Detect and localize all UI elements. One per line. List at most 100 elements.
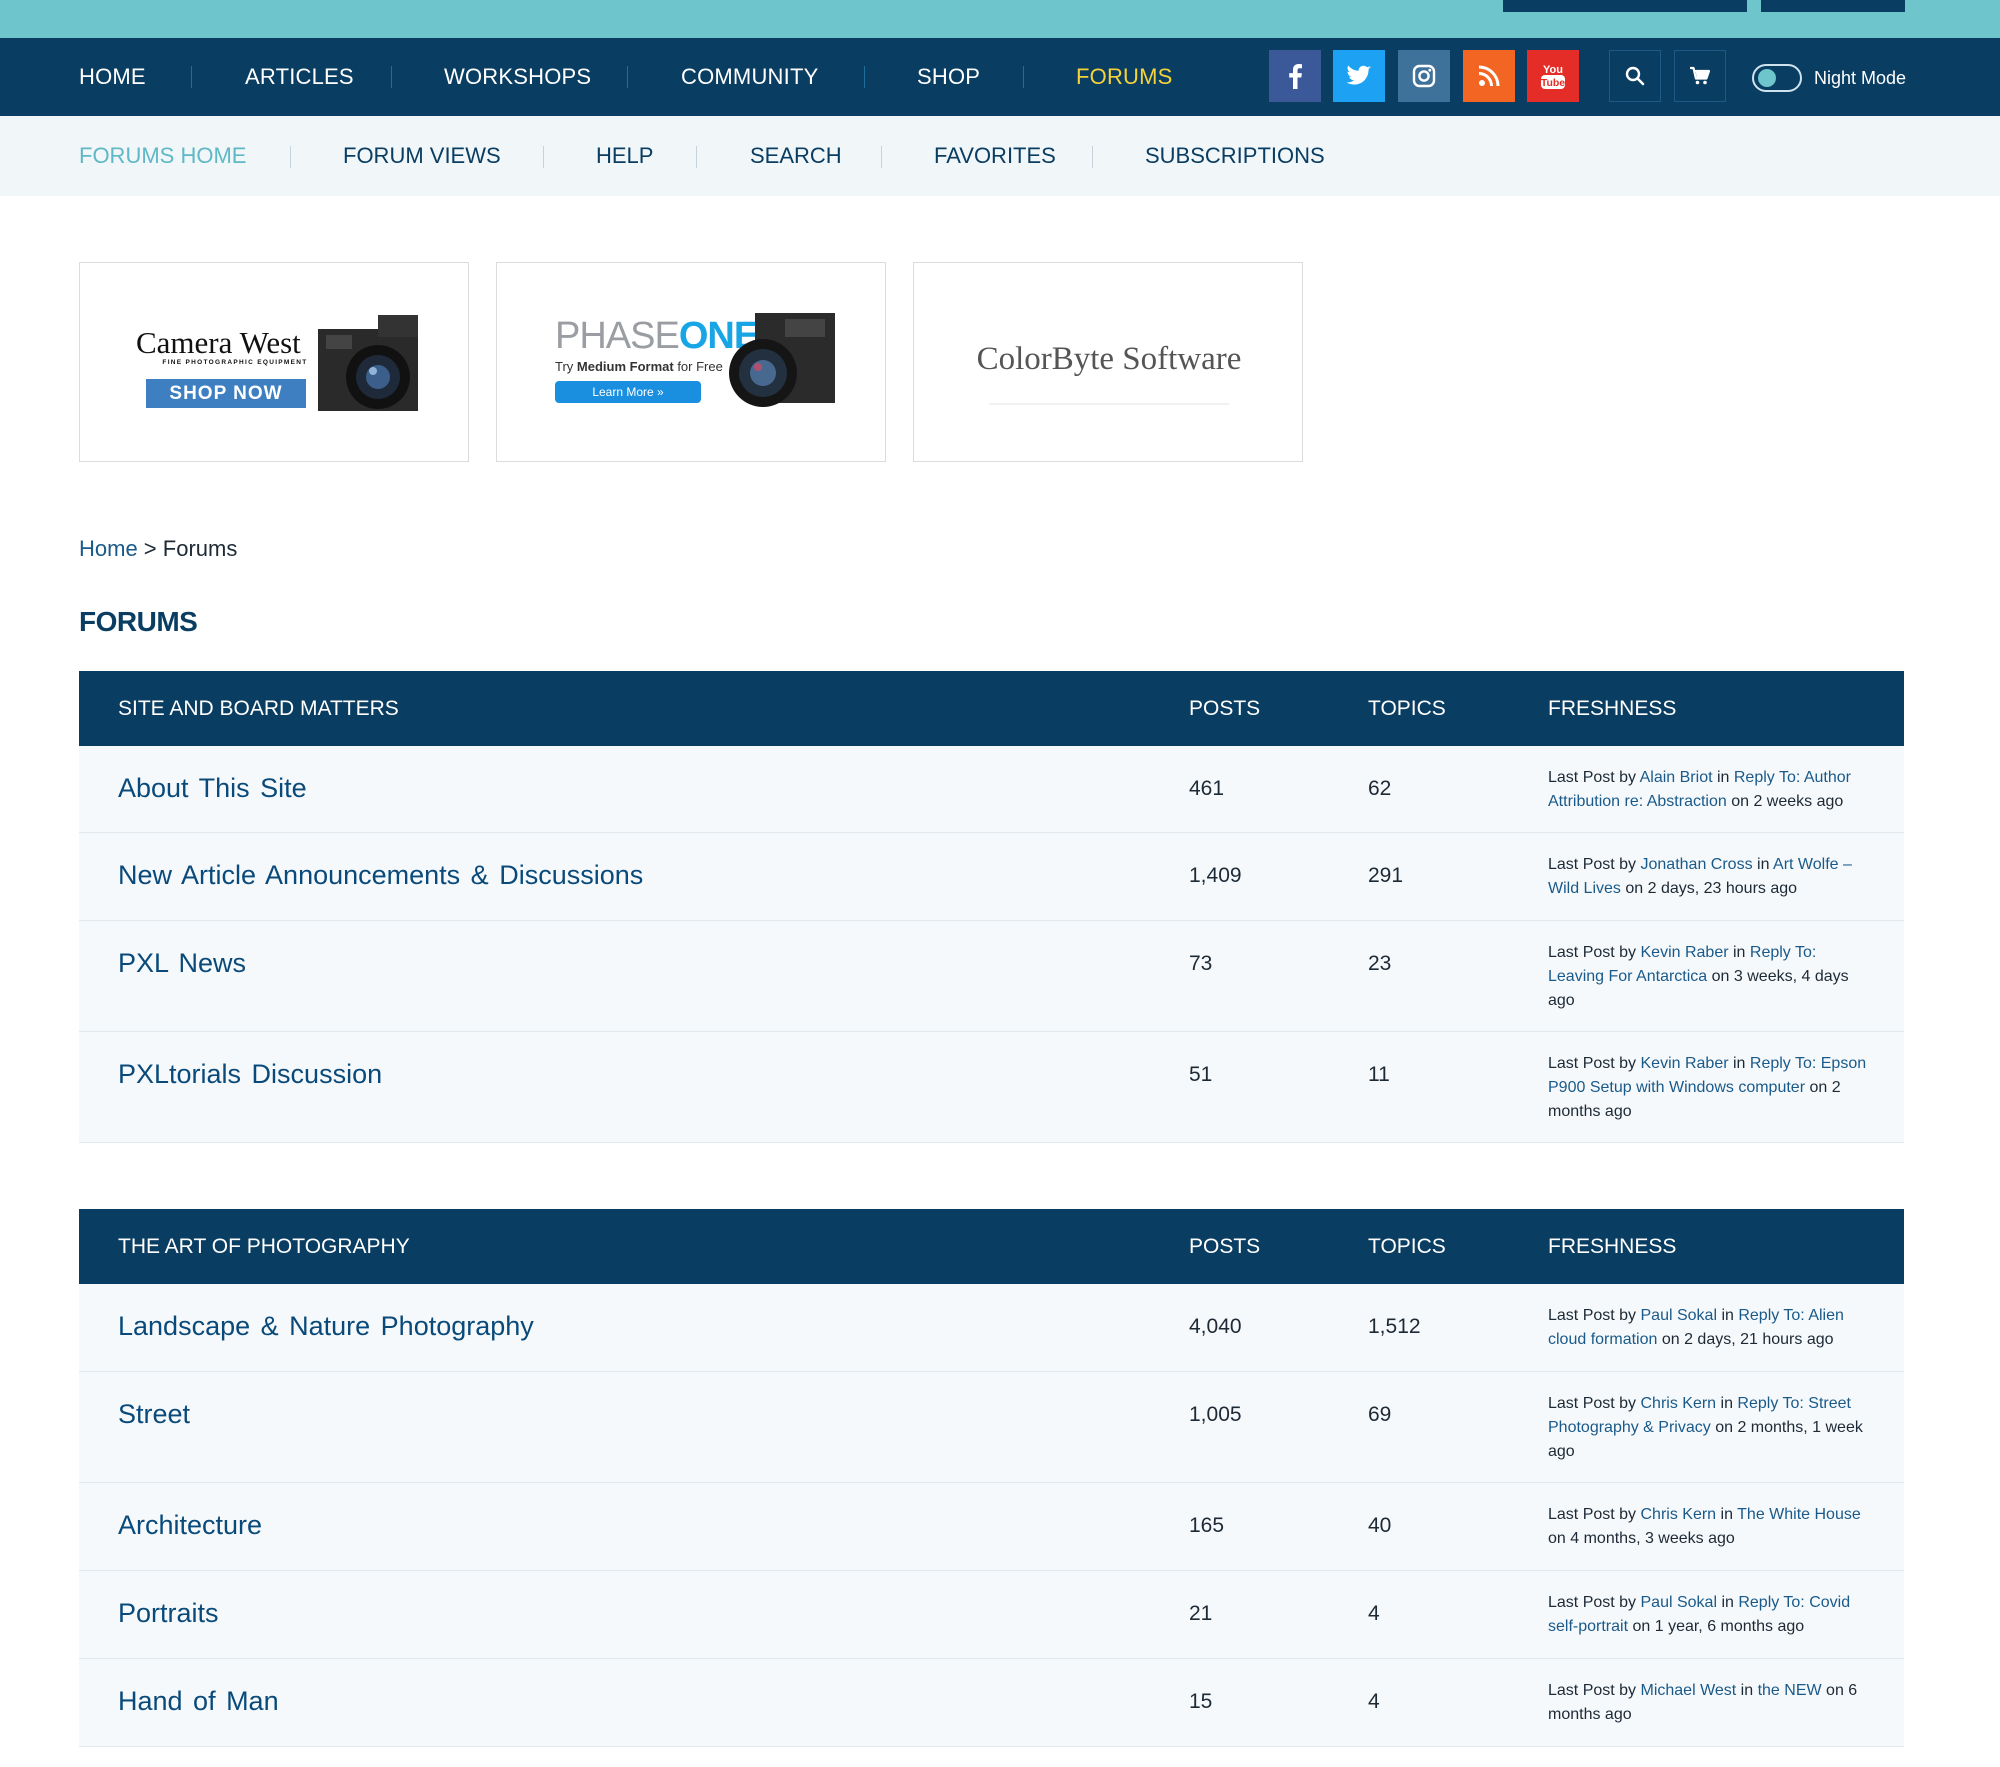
last-post-author[interactable]: Michael West — [1641, 1682, 1737, 1699]
last-post-author[interactable]: Alain Briot — [1640, 769, 1713, 786]
subnav-separator — [290, 146, 291, 168]
freshness-column-header: FRESHNESS — [1548, 697, 1677, 720]
section-header: THE ART OF PHOTOGRAPHY POSTS TOPICS FRES… — [79, 1209, 1904, 1284]
on-label: on — [1805, 1079, 1832, 1096]
forum-title-link[interactable]: PXLtorials Discussion — [118, 1059, 382, 1090]
ad-colorbyte[interactable]: ColorByte Software — [913, 262, 1303, 462]
phase-one-tagline-bold: Medium Format — [576, 359, 674, 374]
subnav-help[interactable]: HELP — [596, 116, 653, 196]
topics-count: 62 — [1368, 777, 1392, 800]
colorbyte-tagline-line — [989, 403, 1229, 405]
last-post-author[interactable]: Chris Kern — [1641, 1506, 1717, 1523]
top-strip-tab[interactable] — [1761, 0, 1905, 12]
on-label: on — [1707, 968, 1734, 985]
search-icon[interactable] — [1609, 50, 1661, 102]
section-title: SITE AND BOARD MATTERS — [118, 697, 399, 720]
on-label: on — [1548, 1530, 1571, 1547]
on-label: on — [1628, 1618, 1655, 1635]
freshness-info: Last Post by Paul Sokal in Reply To: Ali… — [1548, 1304, 1868, 1352]
breadcrumb-home[interactable]: Home — [79, 536, 138, 561]
page-title: FORUMS — [79, 606, 198, 637]
last-post-author[interactable]: Kevin Raber — [1641, 1055, 1729, 1072]
forum-title-link[interactable]: New Article Announcements & Discussions — [118, 860, 643, 891]
last-post-topic[interactable]: The White House — [1737, 1506, 1861, 1523]
phase-one-logo-light: PHASE — [555, 315, 680, 357]
shop-now-button[interactable]: SHOP NOW — [146, 379, 306, 408]
posts-count: 461 — [1189, 777, 1225, 800]
posts-count: 1,409 — [1189, 864, 1242, 887]
top-strip-tab[interactable] — [1503, 0, 1747, 12]
twitter-icon[interactable] — [1333, 50, 1385, 102]
on-label: on — [1726, 793, 1754, 810]
on-label: on — [1657, 1331, 1685, 1348]
freshness-info: Last Post by Chris Kern in Reply To: Str… — [1548, 1392, 1868, 1464]
topics-column-header: TOPICS — [1368, 1235, 1446, 1258]
forum-title-link[interactable]: Portraits — [118, 1598, 219, 1629]
nav-workshops[interactable]: WORKSHOPS — [444, 38, 591, 116]
topics-count: 291 — [1368, 864, 1404, 887]
subnav-search[interactable]: SEARCH — [750, 116, 842, 196]
ad-camera-west[interactable]: Camera West FINE PHOTOGRAPHIC EQUIPMENT … — [79, 262, 469, 462]
last-post-author[interactable]: Kevin Raber — [1641, 944, 1729, 961]
on-label: on — [1821, 1682, 1849, 1699]
last-post-label: Last Post by — [1548, 1506, 1641, 1523]
subnav-separator — [543, 146, 544, 168]
svg-text:You: You — [1543, 64, 1563, 76]
learn-more-button[interactable]: Learn More » — [555, 381, 701, 403]
last-post-author[interactable]: Chris Kern — [1641, 1395, 1717, 1412]
topics-count: 23 — [1368, 952, 1392, 975]
freshness-info: Last Post by Jonathan Cross in Art Wolfe… — [1548, 853, 1868, 901]
phase-one-tagline-pre: Try — [555, 359, 577, 374]
breadcrumb: Home > Forums — [79, 536, 237, 562]
forum-row: PXLtorials Discussion 51 11 Last Post by… — [79, 1032, 1904, 1143]
forum-title-link[interactable]: Street — [118, 1399, 190, 1430]
nav-articles[interactable]: ARTICLES — [245, 38, 354, 116]
breadcrumb-current: Forums — [162, 536, 238, 561]
last-post-label: Last Post by — [1548, 769, 1640, 786]
nav-shop[interactable]: SHOP — [917, 38, 980, 116]
subnav-subscriptions[interactable]: SUBSCRIPTIONS — [1145, 116, 1325, 196]
in-label: in — [1728, 1055, 1750, 1072]
last-post-author[interactable]: Paul Sokal — [1641, 1594, 1718, 1611]
posts-count: 1,005 — [1189, 1403, 1242, 1426]
subnav-favorites[interactable]: FAVORITES — [934, 116, 1056, 196]
facebook-icon[interactable] — [1269, 50, 1321, 102]
breadcrumb-separator: > — [137, 536, 163, 561]
topics-column-header: TOPICS — [1368, 697, 1446, 720]
freshness-info: Last Post by Kevin Raber in Reply To: Ep… — [1548, 1052, 1868, 1124]
subnav-forums-home[interactable]: FORUMS HOME — [79, 116, 246, 196]
forum-title-link[interactable]: Hand of Man — [118, 1686, 279, 1717]
night-mode-label: Night Mode — [1814, 68, 1907, 88]
last-post-author[interactable]: Paul Sokal — [1641, 1307, 1718, 1324]
last-post-label: Last Post by — [1548, 1395, 1641, 1412]
posts-column-header: POSTS — [1189, 697, 1261, 720]
in-label: in — [1717, 1307, 1739, 1324]
forum-title-link[interactable]: About This Site — [118, 773, 307, 804]
nav-home[interactable]: HOME — [79, 38, 146, 116]
nav-community[interactable]: COMMUNITY — [681, 38, 818, 116]
forum-row: Architecture 165 40 Last Post by Chris K… — [79, 1483, 1904, 1571]
last-post-author[interactable]: Jonathan Cross — [1641, 856, 1753, 873]
last-post-label: Last Post by — [1548, 1055, 1641, 1072]
youtube-icon[interactable]: You Tube — [1527, 50, 1579, 102]
camera-image — [729, 313, 835, 407]
forum-title-link[interactable]: Landscape & Nature Photography — [118, 1311, 534, 1342]
subnav-forum-views[interactable]: FORUM VIEWS — [343, 116, 501, 196]
night-mode-toggle[interactable] — [1752, 64, 1802, 92]
subnav-separator — [881, 146, 882, 168]
freshness-info: Last Post by Alain Briot in Reply To: Au… — [1548, 766, 1868, 814]
rss-icon[interactable] — [1463, 50, 1515, 102]
nav-separator — [1023, 66, 1024, 88]
forum-title-link[interactable]: PXL News — [118, 948, 246, 979]
ad-phase-one[interactable]: PHASEONE Try Medium Format for Free Lear… — [496, 262, 886, 462]
last-post-topic[interactable]: the NEW — [1758, 1682, 1822, 1699]
topics-count: 11 — [1368, 1063, 1390, 1086]
freshness-info: Last Post by Kevin Raber in Reply To: Le… — [1548, 941, 1868, 1013]
camera-west-tagline: FINE PHOTOGRAPHIC EQUIPMENT — [162, 359, 308, 366]
nav-forums[interactable]: FORUMS — [1076, 38, 1173, 116]
phase-one-tagline-post: for Free — [673, 359, 723, 374]
forum-title-link[interactable]: Architecture — [118, 1510, 262, 1541]
instagram-icon[interactable] — [1398, 50, 1450, 102]
cart-icon[interactable] — [1674, 50, 1726, 102]
forum-row: Hand of Man 15 4 Last Post by Michael We… — [79, 1659, 1904, 1747]
